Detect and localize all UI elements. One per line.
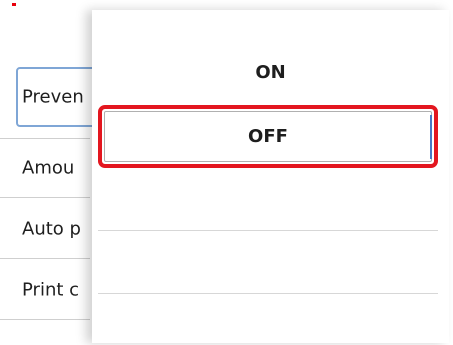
- settings-item-label: Amou: [22, 157, 75, 179]
- settings-item-amount[interactable]: Amou: [0, 138, 90, 198]
- focus-edge-marker: [430, 115, 432, 159]
- option-off-selected[interactable]: OFF: [98, 105, 438, 168]
- settings-item-label: Auto p: [22, 218, 81, 239]
- settings-item-label: Print c: [22, 279, 80, 300]
- option-on[interactable]: ON: [92, 42, 449, 102]
- divider-line: [98, 293, 438, 294]
- settings-item-auto[interactable]: Auto p: [0, 199, 90, 259]
- divider-line: [98, 230, 438, 231]
- settings-item-print[interactable]: Print c: [0, 260, 90, 320]
- option-dialog: ON OFF: [92, 10, 449, 343]
- indicator-mark: [12, 3, 16, 6]
- option-off-label: OFF: [248, 126, 288, 147]
- settings-item-label: Preven: [22, 86, 84, 108]
- option-on-label: ON: [255, 61, 286, 83]
